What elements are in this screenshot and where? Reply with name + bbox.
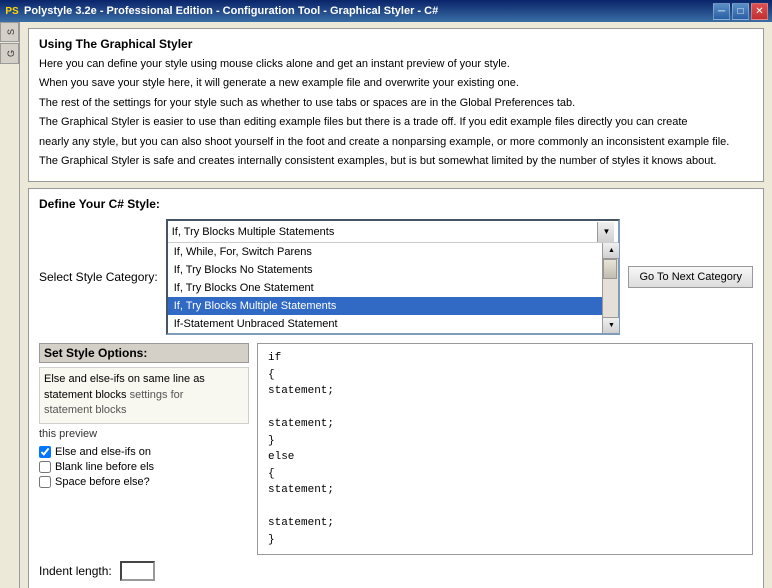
- dropdown-arrow[interactable]: ▼: [597, 222, 614, 242]
- checkbox-else-ifs: Else and else-ifs on: [39, 446, 249, 458]
- checkbox-blank-line-input[interactable]: [39, 461, 51, 473]
- dropdown-scrollbar: ▲ ▼: [602, 243, 618, 333]
- checkbox-space-before-label: Space before else?: [55, 476, 150, 488]
- style-category-dropdown[interactable]: If, Try Blocks Multiple Statements ▼ If,…: [166, 219, 621, 335]
- minimize-button[interactable]: ─: [713, 3, 730, 20]
- title-bar: PS Polystyle 3.2e - Professional Edition…: [0, 0, 772, 22]
- scroll-thumb[interactable]: [603, 259, 617, 279]
- info-line-1: Here you can define your style using mou…: [39, 57, 753, 72]
- code-line-9: statement;: [268, 482, 742, 499]
- style-category-label: Select Style Category:: [39, 270, 158, 284]
- options-title: Set Style Options:: [39, 343, 249, 363]
- dropdown-option-3[interactable]: If, Try Blocks One Statement: [168, 279, 603, 297]
- code-line-3: statement;: [268, 383, 742, 400]
- window-controls: ─ □ ✕: [713, 3, 768, 20]
- dropdown-option-5[interactable]: If-Statement Unbraced Statement: [168, 315, 603, 333]
- checkbox-space-before-input[interactable]: [39, 476, 51, 488]
- sidebar-tab-2[interactable]: G: [0, 43, 19, 64]
- sidebar-tab-1[interactable]: S: [0, 22, 19, 42]
- style-category-row: Select Style Category: If, Try Blocks Mu…: [39, 219, 753, 335]
- code-line-7: else: [268, 449, 742, 466]
- info-line-4: The Graphical Styler is easier to use th…: [39, 115, 753, 130]
- scroll-up-btn[interactable]: ▲: [603, 243, 619, 259]
- maximize-button[interactable]: □: [732, 3, 749, 20]
- options-description: Else and else-ifs on same line as statem…: [39, 367, 249, 423]
- close-button[interactable]: ✕: [751, 3, 768, 20]
- options-panel: Set Style Options: Else and else-ifs on …: [39, 343, 249, 555]
- set-style-row: Set Style Options: Else and else-ifs on …: [39, 343, 753, 555]
- code-line-10: [268, 499, 742, 516]
- dropdown-current-value: If, Try Blocks Multiple Statements: [172, 226, 598, 238]
- scroll-track: [603, 259, 618, 317]
- checkbox-else-ifs-label: Else and else-ifs on: [55, 446, 151, 458]
- code-line-1: if: [268, 350, 742, 367]
- window-title: Polystyle 3.2e - Professional Edition - …: [24, 5, 713, 17]
- code-line-4: [268, 400, 742, 417]
- dropdown-option-2[interactable]: If, Try Blocks No Statements: [168, 261, 603, 279]
- info-line-2: When you save your style here, it will g…: [39, 76, 753, 91]
- dropdown-option-1[interactable]: If, While, For, Switch Parens: [168, 243, 603, 261]
- indent-row: Indent length: 4: [39, 561, 753, 581]
- indent-label: Indent length:: [39, 564, 112, 578]
- checkbox-blank-line: Blank line before els: [39, 461, 249, 473]
- info-line-6: The Graphical Styler is safe and creates…: [39, 154, 753, 169]
- scroll-down-btn[interactable]: ▼: [603, 317, 619, 333]
- code-preview: if { statement; statement; } else { stat…: [257, 343, 753, 555]
- checkbox-else-ifs-input[interactable]: [39, 446, 51, 458]
- indent-input[interactable]: 4: [120, 561, 155, 581]
- code-line-2: {: [268, 367, 742, 384]
- define-title: Define Your C# Style:: [39, 197, 753, 211]
- info-line-3: The rest of the settings for your style …: [39, 96, 753, 111]
- code-line-11: statement;: [268, 515, 742, 532]
- define-section: Define Your C# Style: Select Style Categ…: [28, 188, 764, 588]
- next-category-button[interactable]: Go To Next Category: [628, 266, 753, 288]
- app-icon: PS: [4, 3, 20, 19]
- code-line-12: }: [268, 532, 742, 549]
- code-line-5: statement;: [268, 416, 742, 433]
- options-note: this preview: [39, 428, 249, 440]
- window: PS Polystyle 3.2e - Professional Edition…: [0, 0, 772, 588]
- dropdown-option-4[interactable]: If, Try Blocks Multiple Statements: [168, 297, 603, 315]
- checkbox-space-before: Space before else?: [39, 476, 249, 488]
- dropdown-open-list: If, While, For, Switch Parens If, Try Bl…: [168, 243, 619, 333]
- info-title: Using The Graphical Styler: [39, 37, 753, 51]
- code-line-8: {: [268, 466, 742, 483]
- checkbox-blank-line-label: Blank line before els: [55, 461, 154, 473]
- info-section: Using The Graphical Styler Here you can …: [28, 28, 764, 182]
- code-line-6: }: [268, 433, 742, 450]
- info-line-5: nearly any style, but you can also shoot…: [39, 135, 753, 150]
